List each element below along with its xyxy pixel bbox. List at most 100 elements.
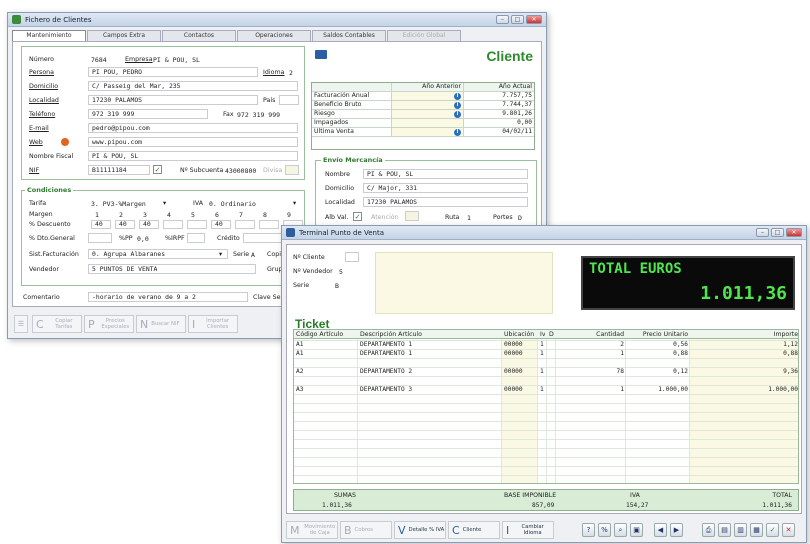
ticket-cell[interactable]: 1.000,00 bbox=[692, 385, 798, 394]
pct-irpf-field[interactable] bbox=[187, 233, 205, 243]
pais-field[interactable] bbox=[279, 95, 299, 105]
ticket-cell[interactable]: A3 bbox=[296, 385, 356, 394]
ticket-cell[interactable]: DEPARTAMENTO 1 bbox=[360, 340, 500, 349]
minimize-button[interactable]: – bbox=[496, 15, 509, 24]
pct-pp-value[interactable]: 0,0 bbox=[137, 235, 149, 243]
localidad-field[interactable]: 17230 PALAMOS bbox=[88, 95, 258, 105]
info-icon[interactable]: i bbox=[454, 129, 461, 136]
serie-value[interactable]: A bbox=[251, 251, 255, 259]
print-icon[interactable]: ⎙ bbox=[702, 523, 715, 537]
pos-action-button[interactable]: B Cobros bbox=[340, 521, 392, 539]
ticket-cell[interactable]: 2 bbox=[558, 340, 624, 349]
pos-cliente-field[interactable] bbox=[345, 252, 359, 262]
client-action-button[interactable]: P Precios Especiales bbox=[84, 315, 134, 333]
cancel-icon[interactable]: ✕ bbox=[782, 523, 795, 537]
col-header[interactable]: Importe bbox=[692, 330, 798, 339]
descuento-field[interactable] bbox=[163, 220, 183, 229]
envio-domicilio-field[interactable]: C/ Major, 331 bbox=[363, 183, 528, 193]
ticket-cell[interactable]: A1 bbox=[296, 349, 356, 358]
comentario-field[interactable]: -horario de verano de 9 a 2 bbox=[88, 292, 248, 302]
client-detail-icon[interactable] bbox=[315, 50, 327, 59]
maximize-button[interactable]: □ bbox=[511, 15, 524, 24]
web-field[interactable]: www.pipou.com bbox=[88, 137, 298, 147]
subcuenta-value[interactable]: 43000800 bbox=[225, 167, 256, 175]
ticket-cell[interactable]: 1 bbox=[540, 349, 545, 358]
divisa-field[interactable] bbox=[285, 165, 299, 175]
tab-1[interactable]: Campos Extra bbox=[87, 30, 161, 41]
email-field[interactable]: pedro@pipou.com bbox=[88, 123, 298, 133]
vendedor-field[interactable]: 5 PUNTOS DE VENTA bbox=[88, 264, 256, 274]
ticket-cell[interactable]: DEPARTAMENTO 1 bbox=[360, 349, 500, 358]
pos-action-button[interactable]: I Cambiar Idioma bbox=[502, 521, 554, 539]
col-header[interactable]: Descripción Artículo bbox=[360, 330, 500, 339]
ticket-cell[interactable]: 1.000,00 bbox=[628, 385, 688, 394]
ticket-cell[interactable]: 1 bbox=[540, 385, 545, 394]
ticket-cell[interactable]: 0,12 bbox=[628, 367, 688, 376]
descuento-field[interactable]: 40 bbox=[211, 220, 231, 229]
list-icon[interactable]: ☰ bbox=[14, 315, 28, 333]
ticket-cell[interactable]: 0,88 bbox=[692, 349, 798, 358]
domicilio-field[interactable]: C/ Passeig del Mar, 235 bbox=[88, 81, 298, 91]
tab-3[interactable]: Operaciones bbox=[237, 30, 311, 41]
col-header[interactable]: Ubicación bbox=[504, 330, 536, 339]
client-action-button[interactable]: I Importar Clientes bbox=[188, 315, 238, 333]
persona-field[interactable]: PI POU, PEDRO bbox=[88, 67, 258, 77]
envio-nombre-field[interactable]: PI & POU, SL bbox=[363, 169, 528, 179]
descuento-field[interactable] bbox=[235, 220, 255, 229]
tarifa-value[interactable]: 3. PV3-%Margen bbox=[91, 200, 146, 208]
atencion-field[interactable] bbox=[405, 211, 419, 221]
descuento-field[interactable]: 40 bbox=[115, 220, 135, 229]
ticket-cell[interactable]: 1 bbox=[558, 385, 624, 394]
col-header[interactable]: Dto bbox=[549, 330, 554, 339]
arrow-right-icon[interactable]: ▶ bbox=[670, 523, 683, 537]
search-icon[interactable]: ⌕ bbox=[614, 523, 627, 537]
iva-dropdown-icon[interactable]: ▾ bbox=[293, 200, 296, 207]
descuento-field[interactable]: 40 bbox=[91, 220, 111, 229]
ticket-cell[interactable]: 0,88 bbox=[628, 349, 688, 358]
envio-localidad-field[interactable]: 17230 PALAMOS bbox=[363, 197, 528, 207]
info-icon[interactable]: i bbox=[454, 111, 461, 118]
ticket-cell[interactable]: A1 bbox=[296, 340, 356, 349]
descuento-field[interactable]: 40 bbox=[139, 220, 159, 229]
ticket-cell[interactable]: 1 bbox=[540, 367, 545, 376]
tab-4[interactable]: Saldos Contables bbox=[312, 30, 386, 41]
pos-action-button[interactable]: V Detalle % IVA bbox=[394, 521, 446, 539]
col-header[interactable]: Código Artículo bbox=[296, 330, 356, 339]
iva-value[interactable]: 0. Ordinario bbox=[209, 200, 256, 208]
ticket-cell[interactable]: 00000 bbox=[504, 340, 536, 349]
tab-5[interactable]: Edición Global bbox=[387, 30, 461, 41]
pos-serie-value[interactable]: B bbox=[335, 282, 339, 290]
descuento-field[interactable] bbox=[187, 220, 207, 229]
ticket-cell[interactable]: 1,12 bbox=[692, 340, 798, 349]
info-icon[interactable]: i bbox=[454, 93, 461, 100]
ticket-cell[interactable]: DEPARTAMENTO 2 bbox=[360, 367, 500, 376]
ticket-cell[interactable]: 1 bbox=[558, 349, 624, 358]
numero-value[interactable]: 7684 bbox=[91, 56, 107, 64]
pos-action-button[interactable]: M Movimiento de Caja bbox=[286, 521, 338, 539]
pos-minimize-button[interactable]: – bbox=[756, 228, 769, 237]
ticket-cell[interactable]: 00000 bbox=[504, 349, 536, 358]
document-icon[interactable]: ▦ bbox=[750, 523, 763, 537]
close-button[interactable]: ✕ bbox=[526, 15, 542, 24]
info-icon[interactable]: i bbox=[454, 102, 461, 109]
accept-icon[interactable]: ✓ bbox=[766, 523, 779, 537]
tab-2[interactable]: Contactos bbox=[162, 30, 236, 41]
ticket-cell[interactable]: DEPARTAMENTO 3 bbox=[360, 385, 500, 394]
pos-vendedor-value[interactable]: 5 bbox=[339, 268, 343, 276]
save-icon[interactable]: ▤ bbox=[718, 523, 731, 537]
client-action-button[interactable]: N Buscar NIF bbox=[136, 315, 186, 333]
tarifa-dropdown-icon[interactable]: ▾ bbox=[163, 200, 166, 207]
open-drawer-icon[interactable]: ▥ bbox=[734, 523, 747, 537]
ruta-value[interactable]: 1 bbox=[467, 214, 471, 222]
dto-general-field[interactable] bbox=[88, 233, 112, 243]
portes-value[interactable]: D bbox=[518, 214, 522, 222]
percent-icon[interactable]: % bbox=[598, 523, 611, 537]
col-header[interactable]: Precio Unitario bbox=[628, 330, 688, 339]
ticket-cell[interactable]: 9,36 bbox=[692, 367, 798, 376]
empresa-value[interactable]: PI & POU, SL bbox=[153, 56, 200, 64]
telefono-field[interactable]: 972 319 999 bbox=[88, 109, 208, 119]
client-action-button[interactable]: C Copiar Tarifas bbox=[32, 315, 82, 333]
ticket-cell[interactable]: A2 bbox=[296, 367, 356, 376]
ticket-cell[interactable]: 1 bbox=[540, 340, 545, 349]
nif-field[interactable]: B11111184 bbox=[88, 165, 150, 175]
